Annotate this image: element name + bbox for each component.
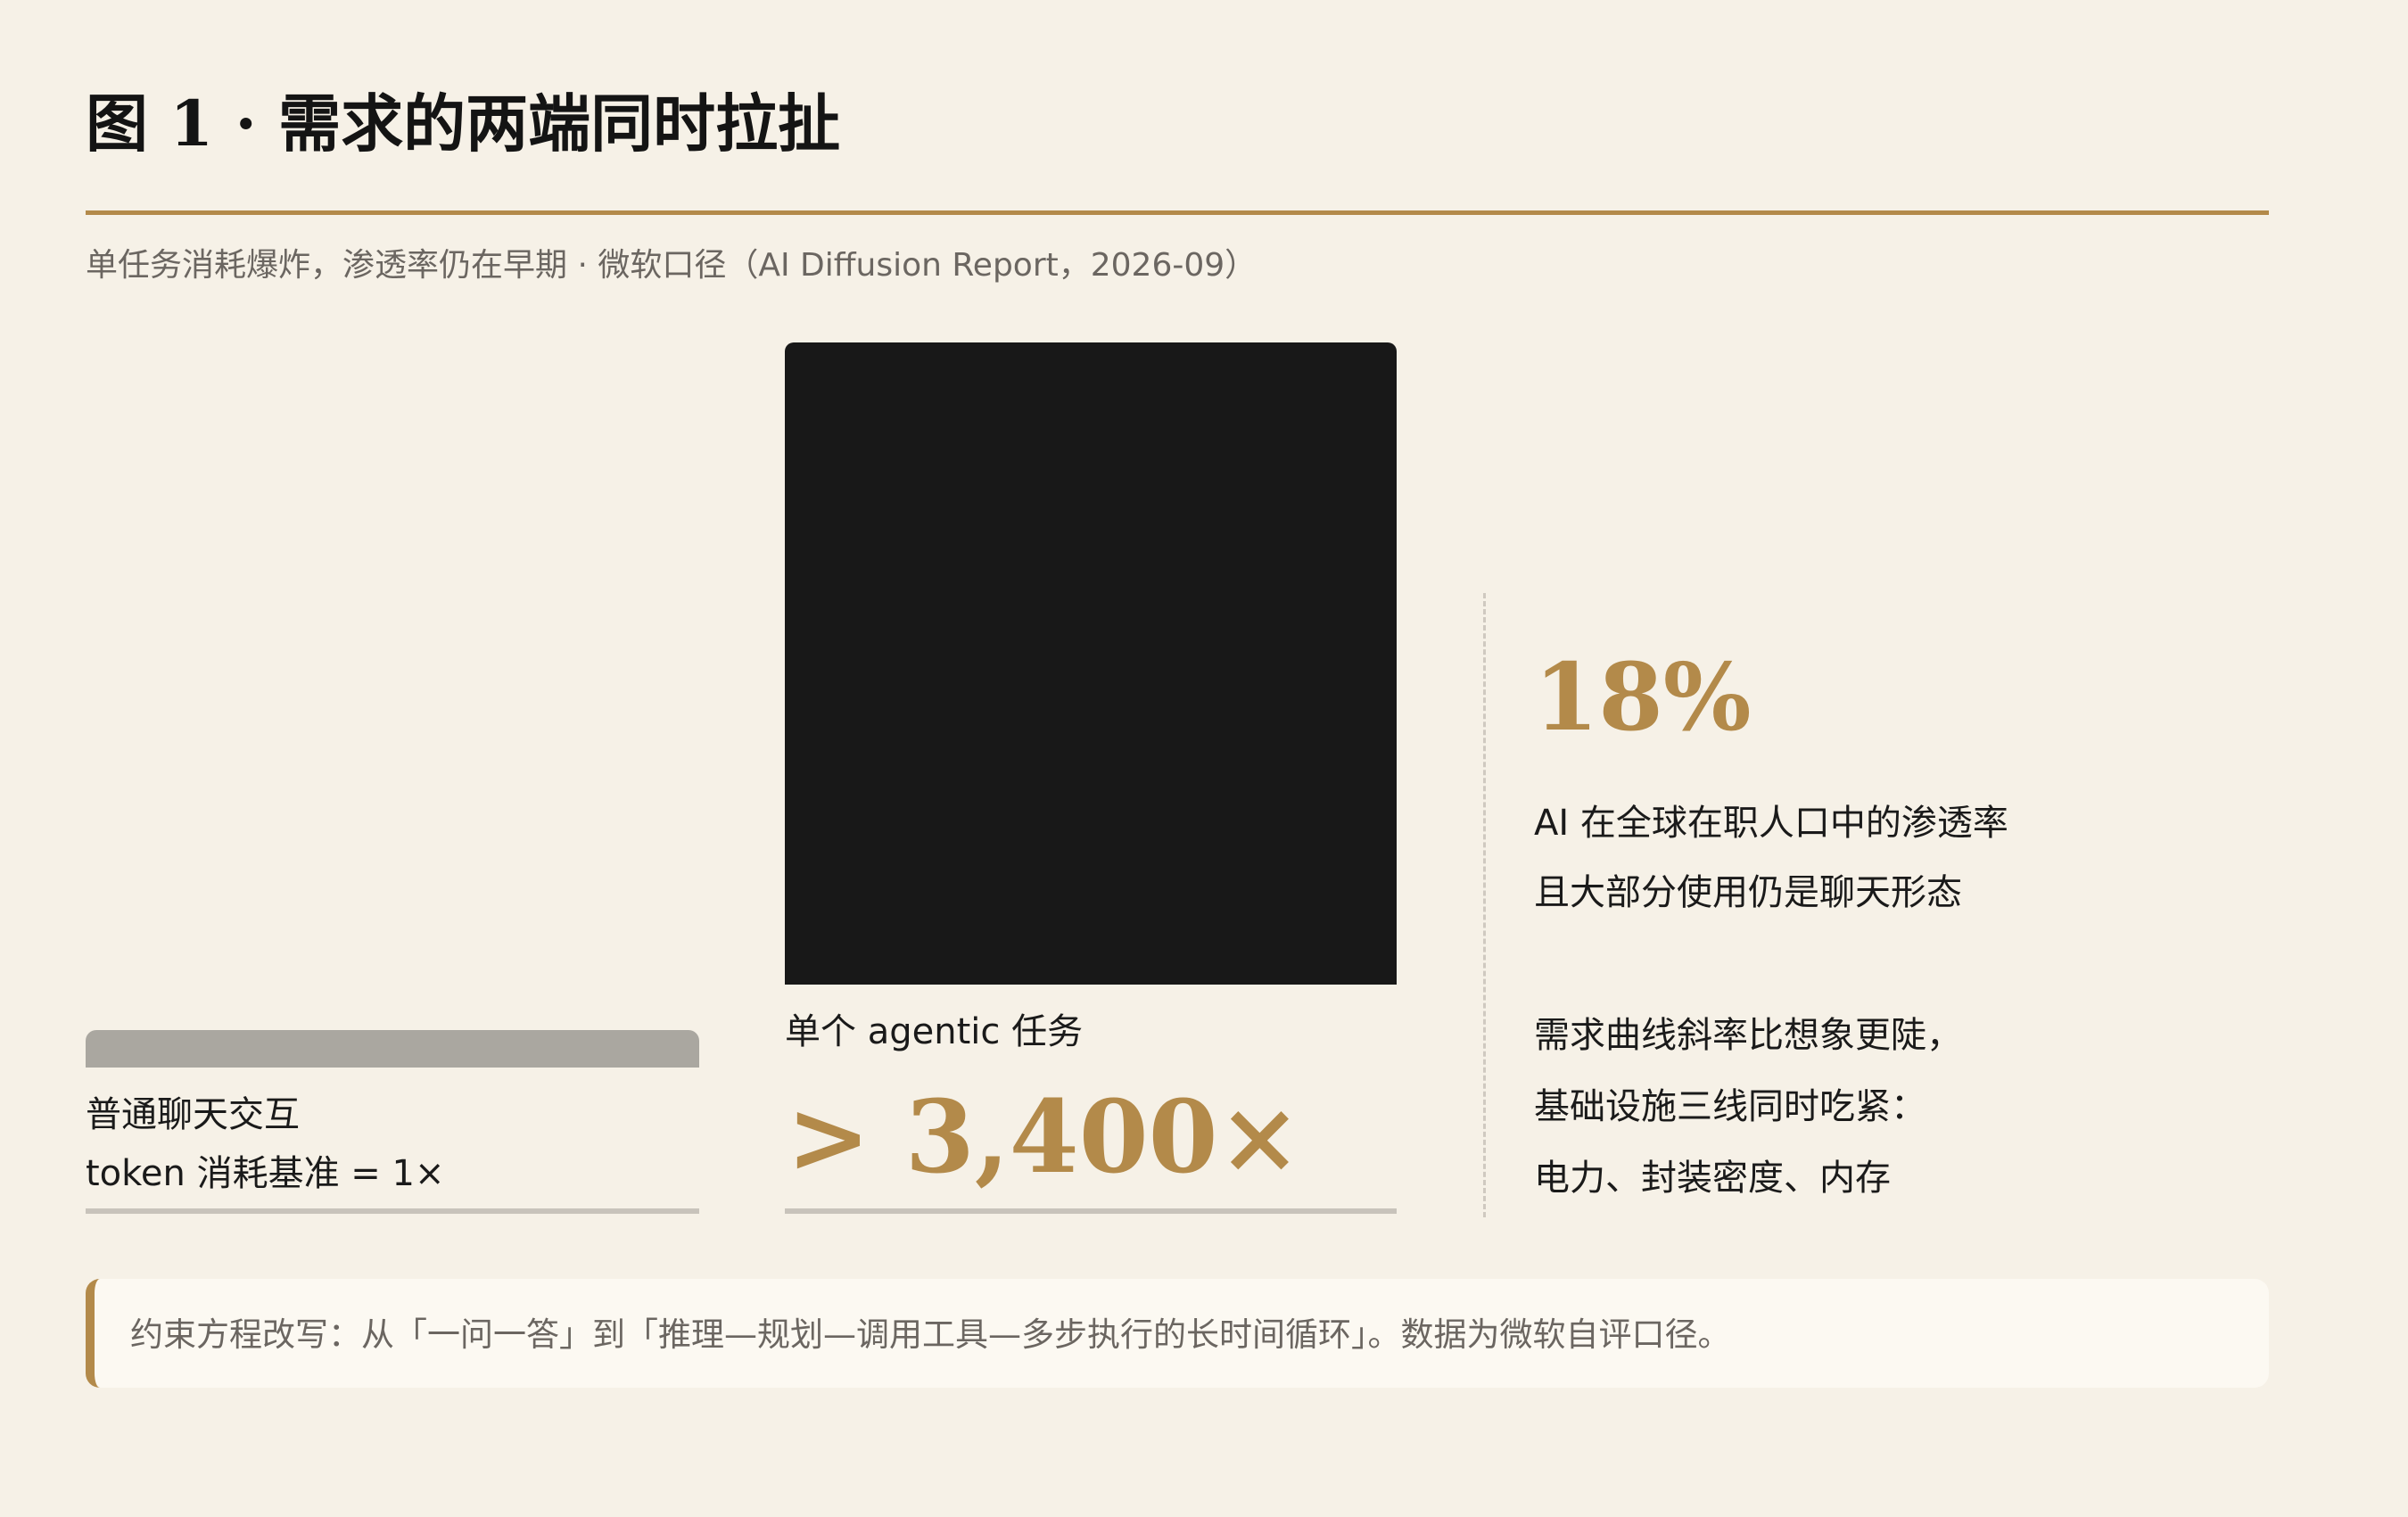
implication-line-1: 需求曲线斜率比想象更陡，: [1534, 1015, 1962, 1056]
panel-divider: [1483, 593, 1486, 1217]
stat-desc-line-1: AI 在全球在职人口中的渗透率: [1534, 803, 2008, 844]
stat-desc-line-2: 且大部分使用仍是聊天形态: [1534, 872, 1962, 913]
agentic-multiplier-value: > 3,400×: [787, 1079, 1302, 1196]
bar-chat-baseline: [86, 1030, 699, 1068]
footnote-text: 约束方程改写：从「一问一答」到「推理—规划—调用工具—多步执行的长时间循环」。数…: [130, 1315, 1731, 1354]
bar-agentic-task: [785, 342, 1397, 985]
baseline-axis-agentic: [785, 1208, 1397, 1214]
bar-label-agentic: 单个 agentic 任务: [785, 1011, 1084, 1052]
implication-line-3: 电力、封装密度、内存: [1534, 1158, 1891, 1199]
implication-line-2: 基础设施三线同时吃紧：: [1534, 1086, 1926, 1127]
bar-sublabel-chat: token 消耗基准 = 1×: [86, 1153, 445, 1194]
penetration-stat: 18%: [1534, 642, 1752, 752]
figure-subtitle: 单任务消耗爆炸，渗透率仍在早期 · 微软口径（AI Diffusion Repo…: [86, 247, 1258, 284]
footnote-box: 约束方程改写：从「一问一答」到「推理—规划—调用工具—多步执行的长时间循环」。数…: [86, 1279, 2269, 1388]
title-rule: [86, 210, 2269, 215]
bar-label-chat: 普通聊天交互: [86, 1094, 300, 1135]
figure-title: 图 1 · 需求的两端同时拉扯: [86, 87, 841, 161]
baseline-axis-chat: [86, 1208, 699, 1214]
